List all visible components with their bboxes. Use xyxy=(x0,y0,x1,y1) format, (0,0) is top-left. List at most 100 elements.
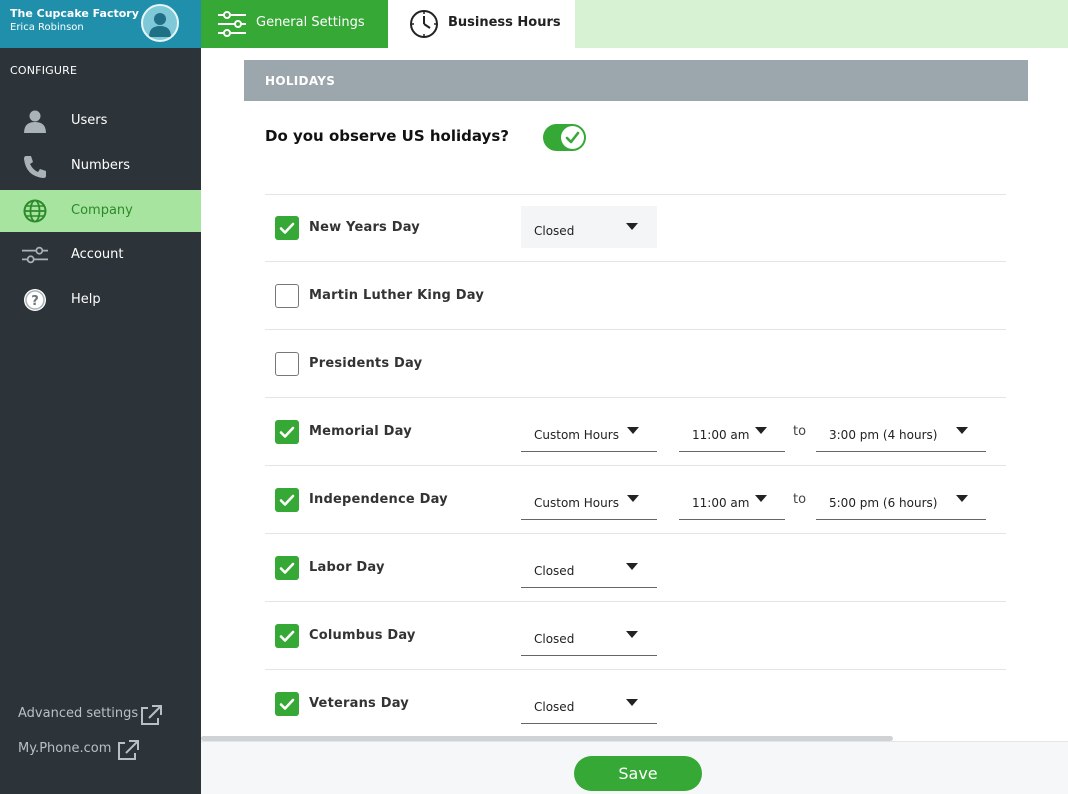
sliders-icon xyxy=(22,246,48,264)
user-name: Erica Robinson xyxy=(10,22,84,33)
start-time-select[interactable]: 11:00 am xyxy=(679,478,785,520)
sidebar-item-numbers[interactable]: Numbers xyxy=(0,145,201,187)
external-link-icon[interactable] xyxy=(139,704,163,726)
sidebar-item-label: Help xyxy=(71,292,101,307)
sidebar-item-users[interactable]: Users xyxy=(0,100,201,142)
holiday-checkbox-presidents-day[interactable] xyxy=(275,352,299,376)
chevron-down-icon xyxy=(626,223,638,230)
row-divider xyxy=(265,601,1006,602)
start-time-select[interactable]: 11:00 am xyxy=(679,410,785,452)
chevron-down-icon xyxy=(626,563,638,570)
holiday-mode-select[interactable]: Closed xyxy=(521,546,657,588)
check-icon xyxy=(565,131,580,144)
avatar[interactable] xyxy=(141,4,179,42)
holiday-checkbox-mlk-day[interactable] xyxy=(275,284,299,308)
check-icon xyxy=(279,494,295,506)
tab-general-settings[interactable]: General Settings xyxy=(201,0,388,48)
external-link-icon[interactable] xyxy=(116,739,140,761)
holiday-name: Veterans Day xyxy=(309,696,409,711)
globe-icon xyxy=(23,199,47,223)
chevron-down-icon xyxy=(956,495,968,502)
holiday-checkbox-veterans-day[interactable] xyxy=(275,692,299,716)
check-icon xyxy=(279,562,295,574)
holiday-name: Columbus Day xyxy=(309,628,416,643)
sidebar-item-label: Company xyxy=(71,203,133,218)
select-value: Custom Hours xyxy=(534,496,619,510)
holidays-header-label: HOLIDAYS xyxy=(265,74,336,88)
select-value: Custom Hours xyxy=(534,428,619,442)
chevron-down-icon xyxy=(755,427,767,434)
holiday-checkbox-independence-day[interactable] xyxy=(275,488,299,512)
select-value: 3:00 pm (4 hours) xyxy=(829,428,938,442)
end-time-select[interactable]: 5:00 pm (6 hours) xyxy=(816,478,986,520)
chevron-down-icon xyxy=(626,631,638,638)
advanced-settings-link[interactable]: Advanced settings xyxy=(18,706,138,721)
sidebar: The Cupcake Factory Erica Robinson CONFI… xyxy=(0,0,201,794)
to-label: to xyxy=(793,424,807,439)
row-divider xyxy=(265,329,1006,330)
holiday-checkbox-columbus-day[interactable] xyxy=(275,624,299,648)
select-value: Closed xyxy=(534,564,575,578)
clock-icon xyxy=(410,10,438,38)
save-button[interactable]: Save xyxy=(574,756,702,791)
svg-text:?: ? xyxy=(31,294,39,309)
holidays-section-header: HOLIDAYS xyxy=(244,60,1028,101)
holiday-name: New Years Day xyxy=(309,220,420,235)
check-icon xyxy=(279,698,295,710)
chevron-down-icon xyxy=(755,495,767,502)
end-time-select[interactable]: 3:00 pm (4 hours) xyxy=(816,410,986,452)
holiday-checkbox-new-years-day[interactable] xyxy=(275,216,299,240)
user-icon xyxy=(24,110,46,133)
to-label: to xyxy=(793,492,807,507)
tab-label: Business Hours xyxy=(448,15,561,30)
chevron-down-icon xyxy=(627,427,639,434)
myphone-link[interactable]: My.Phone.com xyxy=(18,741,111,756)
select-value: 11:00 am xyxy=(692,428,750,442)
select-value: 5:00 pm (6 hours) xyxy=(829,496,938,510)
holiday-name: Memorial Day xyxy=(309,424,412,439)
row-divider xyxy=(265,465,1006,466)
select-value: Closed xyxy=(534,632,575,646)
row-divider xyxy=(265,194,1006,195)
observe-holidays-toggle[interactable] xyxy=(543,124,586,151)
row-divider xyxy=(265,669,1006,670)
holiday-checkbox-labor-day[interactable] xyxy=(275,556,299,580)
holiday-name: Presidents Day xyxy=(309,356,423,371)
configure-section-label: CONFIGURE xyxy=(10,64,78,77)
sidebar-item-label: Users xyxy=(71,113,108,128)
row-divider xyxy=(265,533,1006,534)
sidebar-item-account[interactable]: Account xyxy=(0,234,201,276)
holiday-mode-select[interactable]: Custom Hours xyxy=(521,478,657,520)
chevron-down-icon xyxy=(627,495,639,502)
phone-icon xyxy=(24,156,46,178)
holiday-mode-select[interactable]: Closed xyxy=(521,206,657,248)
select-value: Closed xyxy=(534,700,575,714)
check-icon xyxy=(279,426,295,438)
row-divider xyxy=(265,261,1006,262)
holiday-checkbox-memorial-day[interactable] xyxy=(275,420,299,444)
tab-business-hours[interactable]: Business Hours xyxy=(388,0,575,48)
holiday-name: Labor Day xyxy=(309,560,385,575)
holiday-mode-select[interactable]: Closed xyxy=(521,614,657,656)
sidebar-item-company[interactable]: Company xyxy=(0,190,201,232)
tab-bar: General Settings Business Hours xyxy=(201,0,1068,48)
help-icon: ? xyxy=(24,289,46,311)
holiday-name: Martin Luther King Day xyxy=(309,288,484,303)
observe-holidays-question: Do you observe US holidays? xyxy=(265,127,509,145)
holiday-mode-select[interactable]: Custom Hours xyxy=(521,410,657,452)
sidebar-item-help[interactable]: ? Help xyxy=(0,279,201,321)
brand-header: The Cupcake Factory Erica Robinson xyxy=(0,0,201,48)
chevron-down-icon xyxy=(956,427,968,434)
sidebar-item-label: Numbers xyxy=(71,158,130,173)
check-icon xyxy=(279,630,295,642)
chevron-down-icon xyxy=(626,699,638,706)
check-icon xyxy=(279,222,295,234)
brand-name: The Cupcake Factory xyxy=(10,7,139,20)
holiday-mode-select[interactable]: Closed xyxy=(521,682,657,724)
user-avatar-icon xyxy=(149,13,171,37)
sliders-icon xyxy=(218,11,246,37)
row-divider xyxy=(265,397,1006,398)
holiday-name: Independence Day xyxy=(309,492,448,507)
sidebar-item-label: Account xyxy=(71,247,124,262)
tab-label: General Settings xyxy=(256,15,365,30)
